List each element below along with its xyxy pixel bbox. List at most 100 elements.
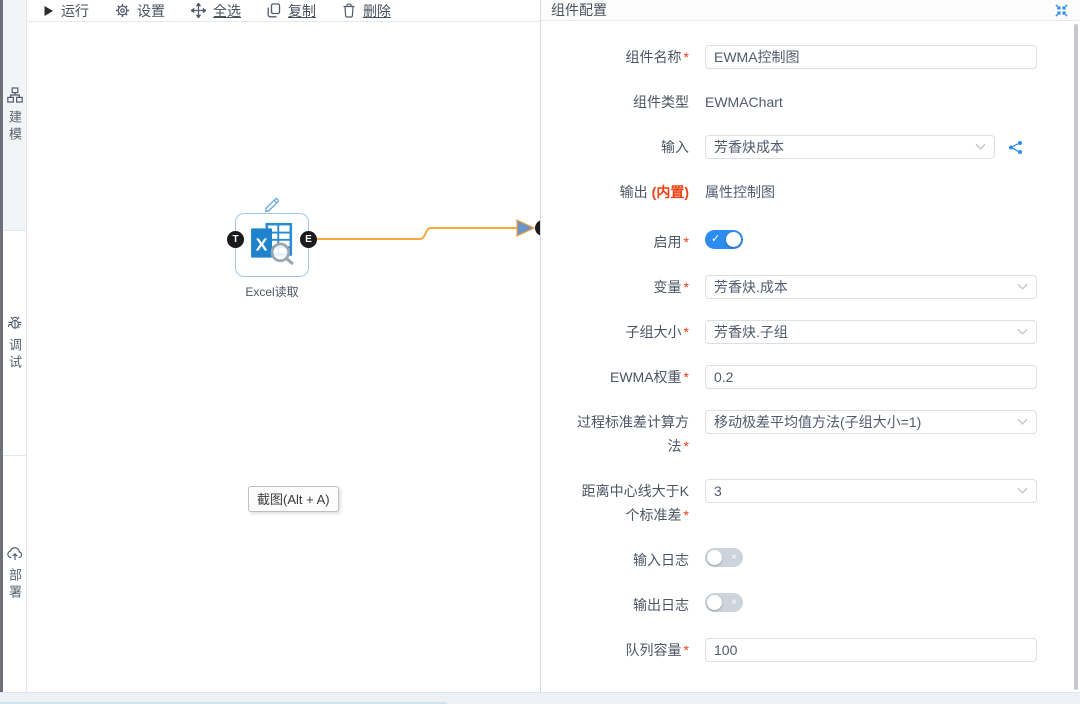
field-control: 属性控制图 bbox=[705, 180, 775, 204]
sidebar-item-modeling[interactable]: 建模 bbox=[3, 0, 26, 231]
sidebar-item-label: 部署 bbox=[7, 568, 22, 602]
toggle-knob bbox=[726, 232, 741, 247]
config-panel: 组件配置 组件名称*EWMA控制图组件类型EWMAChart输入芳香炔成本输出(… bbox=[540, 0, 1080, 692]
select-all-icon bbox=[191, 3, 206, 18]
input-select[interactable]: 芳香炔成本 bbox=[705, 135, 995, 159]
x-icon: × bbox=[731, 548, 737, 567]
output-value: 属性控制图 bbox=[705, 180, 775, 204]
builtin-badge: (内置) bbox=[652, 184, 689, 200]
chevron-down-icon bbox=[1017, 284, 1028, 291]
sidebar-item-label: 调试 bbox=[7, 338, 22, 372]
field-label: 变量* bbox=[541, 275, 697, 299]
field-control: 移动极差平均值方法(子组大小=1) bbox=[705, 410, 1037, 434]
panel-scrollbar[interactable] bbox=[1074, 24, 1078, 690]
field-label: 过程标准差计算方法* bbox=[541, 410, 697, 458]
field-label: 子组大小* bbox=[541, 320, 697, 344]
ewma-weight-input[interactable]: 0.2 bbox=[705, 365, 1037, 389]
modeling-icon bbox=[7, 87, 23, 103]
check-icon: ✓ bbox=[711, 230, 720, 249]
share-icon[interactable] bbox=[1008, 140, 1023, 155]
required-asterisk: * bbox=[684, 49, 689, 65]
field-control: × bbox=[705, 548, 743, 567]
field-label: 输出日志 bbox=[541, 593, 697, 617]
field-control: 芳香炔.子组 bbox=[705, 320, 1037, 344]
sidebar: 建模调试部署 bbox=[3, 0, 27, 692]
screenshot-tooltip: 截图(Alt + A) bbox=[248, 486, 339, 512]
component-name-input[interactable]: EWMA控制图 bbox=[705, 45, 1037, 69]
toolbar-label: 复制 bbox=[288, 1, 316, 21]
chevron-down-icon bbox=[1017, 488, 1028, 495]
config-form: 组件名称*EWMA控制图组件类型EWMAChart输入芳香炔成本输出(内置)属性… bbox=[541, 21, 1080, 692]
toolbar-delete-button[interactable]: 删除 bbox=[342, 1, 391, 21]
chevron-down-icon bbox=[975, 144, 986, 151]
wire-arrowhead-icon bbox=[517, 220, 534, 236]
k-std-select[interactable]: 3 bbox=[705, 479, 1037, 503]
toolbar-settings-button[interactable]: 设置 bbox=[115, 1, 165, 21]
panel-title: 组件配置 bbox=[551, 0, 607, 20]
field-input-log: 输入日志× bbox=[541, 548, 1080, 572]
field-subgroup-size: 子组大小* 芳香炔.子组 bbox=[541, 320, 1080, 344]
copy-icon bbox=[267, 3, 281, 18]
deploy-icon bbox=[7, 546, 23, 561]
main-area: 运行 设置 全选 复制 删除 bbox=[27, 0, 540, 692]
field-control: 0.2 bbox=[705, 365, 1037, 389]
field-label: 启用* bbox=[541, 230, 697, 254]
field-control: 芳香炔成本 bbox=[705, 135, 1023, 159]
field-enable: 启用* ✓ bbox=[541, 230, 1080, 254]
toggle-knob bbox=[707, 550, 722, 565]
debug-icon bbox=[7, 315, 23, 331]
node-excel-reader[interactable]: X T E Excel读取 bbox=[235, 213, 309, 277]
process-std-method-select[interactable]: 移动极差平均值方法(子组大小=1) bbox=[705, 410, 1037, 434]
canvas-toolbar: 运行 设置 全选 复制 删除 bbox=[27, 0, 540, 22]
field-control: × bbox=[705, 593, 743, 612]
toolbar-select-all-button[interactable]: 全选 bbox=[191, 1, 241, 21]
panel-bottom-mask bbox=[541, 665, 1074, 692]
connection-wire bbox=[27, 22, 540, 692]
toggle-knob bbox=[707, 595, 722, 610]
delete-icon bbox=[342, 3, 356, 18]
sidebar-item-label: 建模 bbox=[7, 110, 22, 144]
config-panel-header: 组件配置 bbox=[541, 0, 1080, 21]
required-asterisk: * bbox=[684, 234, 689, 250]
toolbar-run-button[interactable]: 运行 bbox=[43, 1, 89, 21]
field-control: EWMAChart bbox=[705, 90, 783, 114]
node-port-t[interactable]: T bbox=[227, 231, 244, 248]
field-ewma-weight: EWMA权重*0.2 bbox=[541, 365, 1080, 389]
field-component-name: 组件名称*EWMA控制图 bbox=[541, 45, 1080, 69]
required-asterisk: * bbox=[684, 642, 689, 658]
input-log-toggle[interactable]: × bbox=[705, 548, 743, 567]
sidebar-item-debug[interactable]: 调试 bbox=[3, 231, 26, 456]
enable-toggle[interactable]: ✓ bbox=[705, 230, 743, 249]
node-box[interactable]: X T E bbox=[235, 213, 309, 277]
flow-canvas[interactable]: X T E Excel读取 截图(Alt + A) bbox=[27, 22, 540, 692]
toolbar-label: 运行 bbox=[61, 1, 89, 21]
variable-select[interactable]: 芳香炔.成本 bbox=[705, 275, 1037, 299]
field-label: 输入 bbox=[541, 135, 697, 159]
node-port-e[interactable]: E bbox=[300, 231, 317, 248]
required-asterisk: * bbox=[684, 279, 689, 295]
field-control: 100 bbox=[705, 638, 1037, 662]
run-icon bbox=[43, 5, 54, 17]
field-label: 距离中心线大于K个标准差* bbox=[541, 479, 697, 527]
subgroup-size-select[interactable]: 芳香炔.子组 bbox=[705, 320, 1037, 344]
field-variable: 变量* 芳香炔.成本 bbox=[541, 275, 1080, 299]
x-icon: × bbox=[731, 593, 737, 612]
toolbar-label: 设置 bbox=[137, 1, 165, 21]
component-type-value: EWMAChart bbox=[705, 90, 783, 114]
field-label: 输出(内置) bbox=[541, 180, 697, 204]
app-window: 建模调试部署 运行 设置 全选 复制 删除 bbox=[0, 0, 1080, 704]
required-asterisk: * bbox=[684, 507, 689, 523]
field-output: 输出(内置) 属性控制图 bbox=[541, 180, 1080, 204]
settings-icon bbox=[115, 3, 130, 18]
compress-icon[interactable] bbox=[1055, 4, 1068, 17]
toolbar-copy-button[interactable]: 复制 bbox=[267, 1, 316, 21]
sidebar-item-deploy[interactable]: 部署 bbox=[3, 456, 26, 692]
field-k-std: 距离中心线大于K个标准差* 3 bbox=[541, 479, 1080, 527]
queue-capacity-input[interactable]: 100 bbox=[705, 638, 1037, 662]
field-label: 队列容量* bbox=[541, 638, 697, 662]
field-control: EWMA控制图 bbox=[705, 45, 1037, 69]
chevron-down-icon bbox=[1017, 329, 1028, 336]
field-input: 输入芳香炔成本 bbox=[541, 135, 1080, 159]
field-component-type: 组件类型EWMAChart bbox=[541, 90, 1080, 114]
output-log-toggle[interactable]: × bbox=[705, 593, 743, 612]
